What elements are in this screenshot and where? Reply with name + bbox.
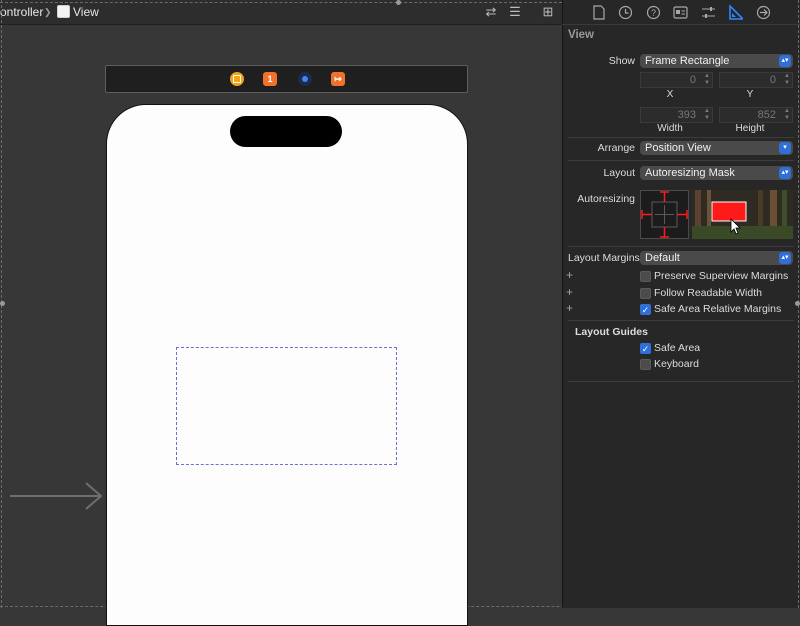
align-lines-icon[interactable]: ☰ [506, 4, 524, 20]
file-icon[interactable] [592, 5, 606, 20]
x-stepper-icon[interactable]: ▲ ▼ [702, 73, 712, 87]
safe-area-relative-margins-label: Safe Area Relative Margins [654, 303, 782, 315]
first-responder-icon[interactable]: 1 [263, 72, 277, 86]
selection-border-top [0, 2, 562, 3]
layout-margins-label: Layout Margins [568, 252, 640, 264]
entry-point-arrow-icon[interactable] [10, 482, 106, 510]
chevron-down-icon: ▾ [779, 142, 791, 154]
selected-subview[interactable] [176, 347, 397, 465]
preserve-superview-margins-label: Preserve Superview Margins [654, 270, 789, 282]
show-value: Frame Rectangle [645, 55, 730, 67]
safe-area-relative-margins-checkbox[interactable]: ✓ [640, 304, 651, 315]
svg-text:?: ? [651, 8, 656, 18]
help-icon[interactable]: ? [646, 5, 661, 20]
attributes-icon[interactable] [701, 5, 716, 20]
chevron-updown-icon: ▴▾ [779, 55, 791, 67]
layout-popup[interactable]: Autoresizing Mask ▴▾ [640, 166, 793, 180]
width-label: Width [657, 123, 683, 134]
autoresizing-mask-editor[interactable] [640, 190, 689, 239]
size-icon[interactable] [729, 5, 743, 20]
layout-value: Autoresizing Mask [645, 167, 735, 179]
divider [568, 246, 794, 247]
x-label: X [666, 89, 674, 100]
dynamic-island [230, 116, 342, 147]
layout-margins-value: Default [645, 252, 680, 264]
add-variation-icon[interactable]: + [566, 268, 573, 282]
connections-icon[interactable] [756, 5, 771, 20]
safe-area-checkbox[interactable]: ✓ [640, 343, 651, 354]
resize-handle-left[interactable] [0, 301, 5, 306]
breadcrumb-controller[interactable]: ontroller [0, 5, 43, 19]
view-controller-icon[interactable] [230, 72, 244, 86]
autoresizing-preview [692, 190, 793, 239]
follow-readable-width-label: Follow Readable Width [654, 287, 762, 299]
arrows-swap-icon[interactable]: ⇄ [482, 4, 500, 20]
preserve-superview-margins-checkbox[interactable] [640, 271, 651, 282]
storyboard-reference-icon[interactable] [298, 72, 312, 86]
divider [568, 160, 794, 161]
exit-icon[interactable]: ↦ [331, 72, 345, 86]
breadcrumb-separator: ❯ [44, 7, 52, 17]
height-label: Height [735, 123, 765, 134]
divider [568, 320, 794, 321]
arrange-popup[interactable]: Position View ▾ [640, 141, 793, 155]
autoresizing-label: Autoresizing [577, 193, 635, 205]
add-editor-icon[interactable]: ⊞ [539, 4, 557, 20]
height-stepper-icon[interactable]: ▲ ▼ [782, 108, 792, 122]
identity-icon[interactable] [673, 6, 688, 19]
width-stepper-icon[interactable]: ▲ ▼ [702, 108, 712, 122]
add-variation-icon[interactable]: + [566, 285, 573, 299]
resize-handle-top[interactable] [396, 0, 401, 5]
show-label: Show [608, 55, 635, 67]
divider [568, 137, 794, 138]
layout-guides-title: Layout Guides [575, 326, 648, 338]
y-label: Y [746, 89, 754, 100]
show-popup[interactable]: Frame Rectangle ▴▾ [640, 54, 793, 68]
scene-dock [105, 65, 468, 93]
breadcrumb-view[interactable]: View [73, 5, 99, 19]
chevron-updown-icon: ▴▾ [779, 252, 791, 264]
section-title-view: View [568, 29, 594, 41]
arrange-label: Arrange [597, 142, 635, 154]
keyboard-label: Keyboard [654, 358, 699, 370]
history-icon[interactable] [618, 5, 633, 20]
follow-readable-width-checkbox[interactable] [640, 288, 651, 299]
resize-handle-right[interactable] [795, 301, 800, 306]
layout-margins-popup[interactable]: Default ▴▾ [640, 251, 793, 265]
keyboard-checkbox[interactable] [640, 359, 651, 370]
layout-label: Layout [603, 167, 635, 179]
add-variation-icon[interactable]: + [566, 301, 573, 315]
safe-area-label: Safe Area [654, 342, 701, 354]
view-icon [57, 5, 70, 18]
jump-bar: ontroller ❯ View ⇄ ☰ ⊞ [0, 0, 562, 25]
chevron-updown-icon: ▴▾ [779, 167, 791, 179]
y-stepper-icon[interactable]: ▲ ▼ [782, 73, 792, 87]
arrange-value: Position View [645, 142, 711, 154]
divider [568, 381, 794, 382]
